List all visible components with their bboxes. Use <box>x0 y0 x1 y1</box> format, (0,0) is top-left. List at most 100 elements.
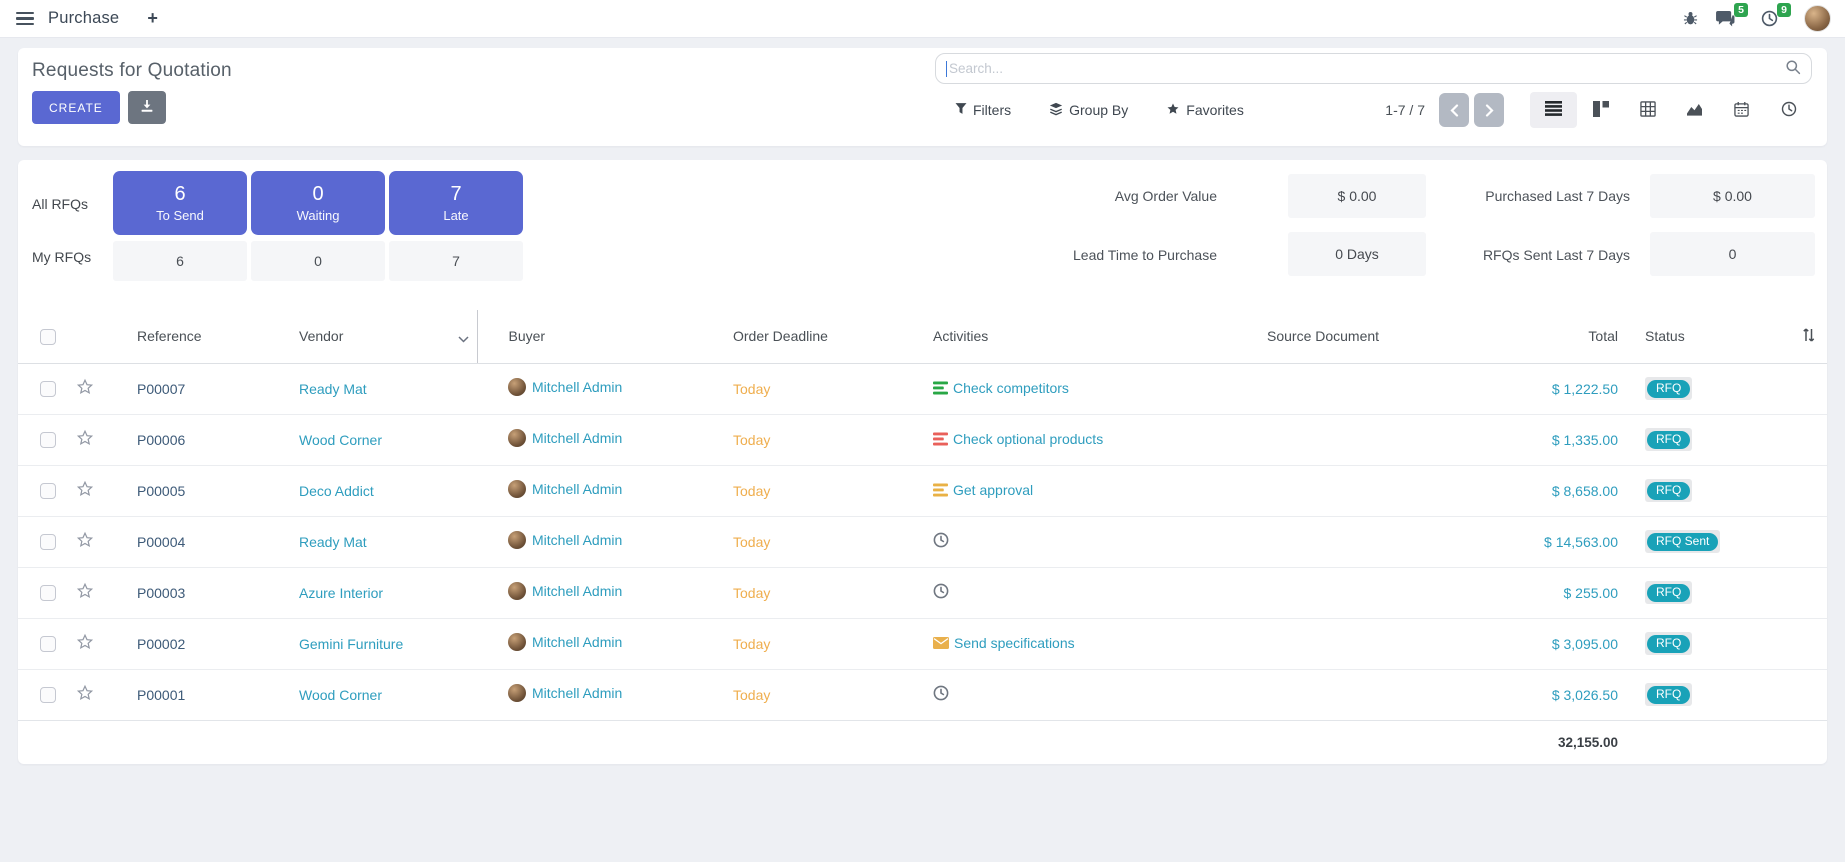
buyer-name[interactable]: Mitchell Admin <box>532 379 622 395</box>
total-amount: $ 14,563.00 <box>1544 534 1618 550</box>
to-send-button[interactable]: 6 To Send <box>113 171 247 235</box>
calendar-view-icon <box>1734 101 1749 120</box>
search-bar[interactable] <box>935 53 1812 84</box>
star-icon[interactable] <box>76 638 94 654</box>
pivot-view-button[interactable] <box>1624 92 1671 128</box>
activity-view-button[interactable] <box>1765 92 1812 128</box>
table-row[interactable]: P00001 Wood Corner Mitchell Admin Today … <box>18 669 1827 720</box>
app-name[interactable]: Purchase <box>48 9 119 28</box>
create-button[interactable]: CREATE <box>32 91 120 124</box>
list-view-button[interactable] <box>1530 92 1577 128</box>
status-column-header[interactable]: Status <box>1620 310 1790 363</box>
activity-clock-icon[interactable] <box>933 685 949 701</box>
row-checkbox[interactable] <box>40 432 56 448</box>
row-checkbox[interactable] <box>40 687 56 703</box>
search-toolbar: Filters Group By Favorites <box>935 92 1812 128</box>
buyer-name[interactable]: Mitchell Admin <box>532 481 622 497</box>
table-footer-row: 32,155.00 <box>18 720 1827 764</box>
text-caret <box>946 61 947 77</box>
purchase-dashboard: All RFQs My RFQs 6 To Send 0 Waiting 7 L… <box>18 160 1827 310</box>
optional-columns-button[interactable] <box>1790 310 1827 363</box>
activity-label[interactable]: Get approval <box>953 482 1033 498</box>
vendor-link[interactable]: Ready Mat <box>299 534 367 550</box>
activity-list-icon[interactable] <box>933 381 948 395</box>
activity-label[interactable]: Check competitors <box>953 380 1069 396</box>
buyer-name[interactable]: Mitchell Admin <box>532 685 622 701</box>
user-avatar[interactable] <box>1804 5 1831 32</box>
star-icon[interactable] <box>76 485 94 501</box>
table-row[interactable]: P00005 Deco Addict Mitchell Admin Today … <box>18 465 1827 516</box>
reference-link[interactable]: P00002 <box>137 636 185 652</box>
search-input[interactable] <box>949 61 1785 76</box>
vendor-link[interactable]: Gemini Furniture <box>299 636 403 652</box>
row-checkbox[interactable] <box>40 636 56 652</box>
activity-clock-icon[interactable] <box>933 583 949 599</box>
source-document-column-header[interactable]: Source Document <box>1237 310 1527 363</box>
search-icon[interactable] <box>1785 59 1801 78</box>
table-row[interactable]: P00003 Azure Interior Mitchell Admin Tod… <box>18 567 1827 618</box>
row-checkbox[interactable] <box>40 534 56 550</box>
chevron-down-icon[interactable] <box>458 330 469 346</box>
graph-view-button[interactable] <box>1671 92 1718 128</box>
apps-menu-icon[interactable] <box>16 12 34 26</box>
reference-link[interactable]: P00003 <box>137 585 185 601</box>
reference-link[interactable]: P00004 <box>137 534 185 550</box>
activity-label[interactable]: Check optional products <box>953 431 1103 447</box>
waiting-button[interactable]: 0 Waiting <box>251 171 385 235</box>
activity-list-icon[interactable] <box>933 432 948 446</box>
vendor-column-header[interactable]: Vendor <box>267 310 477 363</box>
activity-clock-icon[interactable] <box>933 532 949 548</box>
pager-next-button[interactable] <box>1474 93 1504 127</box>
row-checkbox[interactable] <box>40 585 56 601</box>
reference-link[interactable]: P00007 <box>137 381 185 397</box>
kanban-view-button[interactable] <box>1577 92 1624 128</box>
row-checkbox[interactable] <box>40 381 56 397</box>
buyer-column-header[interactable]: Buyer <box>477 310 702 363</box>
table-row[interactable]: P00006 Wood Corner Mitchell Admin Today … <box>18 414 1827 465</box>
buyer-name[interactable]: Mitchell Admin <box>532 532 622 548</box>
vendor-link[interactable]: Wood Corner <box>299 432 382 448</box>
buyer-name[interactable]: Mitchell Admin <box>532 430 622 446</box>
reference-link[interactable]: P00006 <box>137 432 185 448</box>
reference-link[interactable]: P00005 <box>137 483 185 499</box>
rfqs-sent-last-7-days-label: RFQs Sent Last 7 Days <box>1398 247 1630 263</box>
table-row[interactable]: P00004 Ready Mat Mitchell Admin Today $ … <box>18 516 1827 567</box>
debug-bug-icon[interactable] <box>1683 11 1698 26</box>
order-deadline-column-header[interactable]: Order Deadline <box>702 310 907 363</box>
buyer-name[interactable]: Mitchell Admin <box>532 634 622 650</box>
table-row[interactable]: P00007 Ready Mat Mitchell Admin Today Ch… <box>18 363 1827 414</box>
export-button[interactable] <box>128 91 166 124</box>
vendor-link[interactable]: Deco Addict <box>299 483 374 499</box>
pager-previous-button[interactable] <box>1439 93 1469 127</box>
star-icon[interactable] <box>76 689 94 705</box>
table-row[interactable]: P00002 Gemini Furniture Mitchell Admin T… <box>18 618 1827 669</box>
star-icon[interactable] <box>76 587 94 603</box>
reference-column-header[interactable]: Reference <box>107 310 267 363</box>
activities-column-header[interactable]: Activities <box>907 310 1237 363</box>
my-late-value[interactable]: 7 <box>389 241 523 281</box>
star-icon[interactable] <box>76 383 94 399</box>
star-icon[interactable] <box>76 434 94 450</box>
late-button[interactable]: 7 Late <box>389 171 523 235</box>
activity-envelope-icon[interactable] <box>933 637 949 649</box>
group-by-button[interactable]: Group By <box>1049 102 1128 119</box>
row-checkbox[interactable] <box>40 483 56 499</box>
filters-button[interactable]: Filters <box>955 102 1011 118</box>
buyer-name[interactable]: Mitchell Admin <box>532 583 622 599</box>
activity-list-icon[interactable] <box>933 483 948 497</box>
activity-label[interactable]: Send specifications <box>954 635 1075 651</box>
activity-clock-nav-icon[interactable]: 9 <box>1761 10 1778 27</box>
new-tab-button[interactable]: + <box>147 8 158 29</box>
my-waiting-value[interactable]: 0 <box>251 241 385 281</box>
reference-link[interactable]: P00001 <box>137 687 185 703</box>
messages-icon[interactable]: 5 <box>1716 10 1735 27</box>
star-icon[interactable] <box>76 536 94 552</box>
vendor-link[interactable]: Wood Corner <box>299 687 382 703</box>
favorites-button[interactable]: Favorites <box>1166 102 1244 119</box>
vendor-link[interactable]: Azure Interior <box>299 585 383 601</box>
calendar-view-button[interactable] <box>1718 92 1765 128</box>
my-to-send-value[interactable]: 6 <box>113 241 247 281</box>
total-column-header[interactable]: Total <box>1527 310 1620 363</box>
vendor-link[interactable]: Ready Mat <box>299 381 367 397</box>
select-all-checkbox[interactable] <box>40 329 56 345</box>
